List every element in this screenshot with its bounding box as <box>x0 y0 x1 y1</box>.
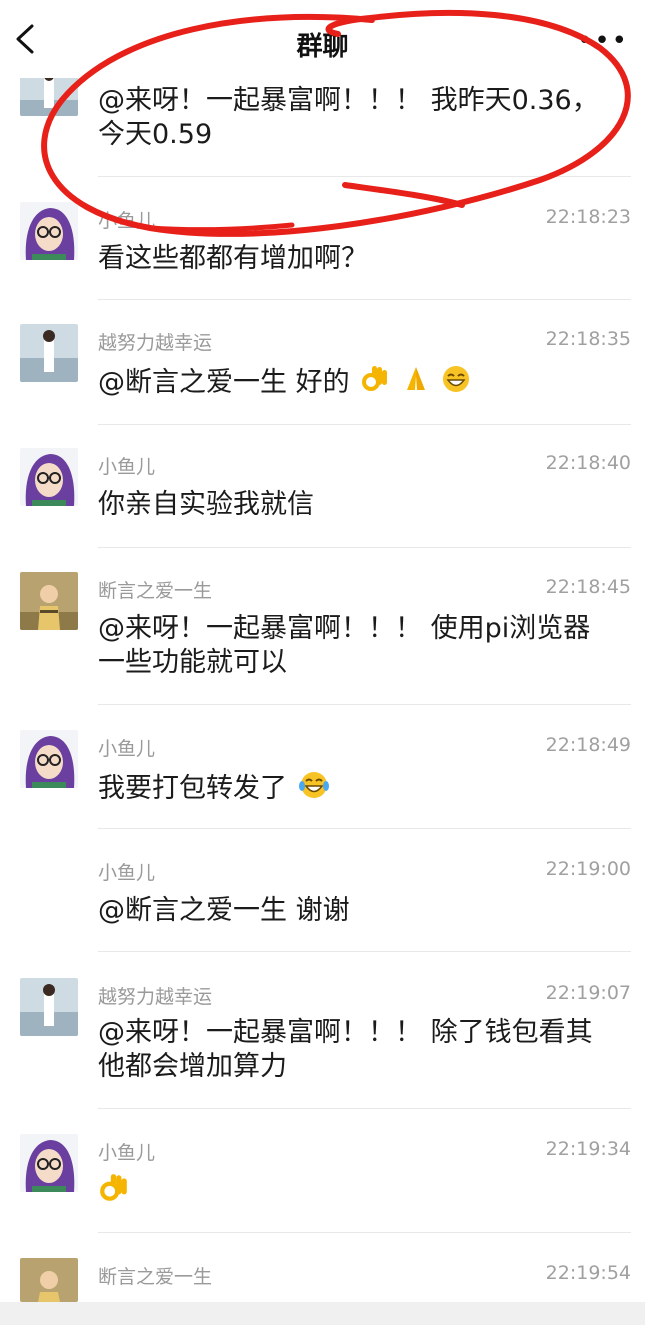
avatar[interactable] <box>20 730 78 788</box>
ok-hand-icon <box>98 1172 130 1213</box>
laugh-tears-icon <box>298 770 330 809</box>
message-item[interactable]: 小鱼儿 22:18:49 我要打包转发了 <box>0 704 645 828</box>
sender-name[interactable]: 小鱼儿 <box>98 206 155 233</box>
message-text: @来呀！一起暴富啊！！！ 使用pi浏览器 一些功能就可以 <box>98 613 591 678</box>
page-title: 群聊 <box>296 32 349 62</box>
timestamp: 22:19:54 <box>545 1262 631 1284</box>
sender-name[interactable]: 小鱼儿 <box>98 452 155 479</box>
divider <box>98 176 631 177</box>
timestamp: 22:19:00 <box>545 858 631 880</box>
pray-hands-icon <box>401 364 431 403</box>
sender-name[interactable]: 小鱼儿 <box>98 858 155 885</box>
message-item[interactable]: 断言之爱一生 22:18:45 @来呀！一起暴富啊！！！ 使用pi浏览器 一些功… <box>0 548 645 704</box>
sender-name[interactable]: 小鱼儿 <box>98 734 155 761</box>
message-item[interactable]: 越努力越幸运 22:18:35 @断言之爱一生 好的 <box>0 300 645 424</box>
sender-name[interactable]: 越努力越幸运 <box>98 328 212 355</box>
timestamp: 22:19:34 <box>545 1138 631 1160</box>
sender-name[interactable]: 断言之爱一生 <box>98 1262 212 1289</box>
avatar[interactable] <box>20 448 78 506</box>
sender-name[interactable]: 小鱼儿 <box>98 1138 155 1165</box>
more-button[interactable]: ••• <box>577 26 629 56</box>
avatar[interactable] <box>20 1258 78 1302</box>
message-text: @来呀！一起暴富啊！！！ 我昨天0.36， 今天0.59 <box>98 85 599 150</box>
message-text: 你亲自实验我就信 <box>98 489 314 520</box>
message-item[interactable]: @来呀！一起暴富啊！！！ 我昨天0.36， 今天0.59 <box>0 60 645 180</box>
avatar[interactable] <box>20 324 78 382</box>
message-text: 我要打包转发了 <box>98 770 628 809</box>
avatar[interactable] <box>20 72 78 116</box>
avatar[interactable] <box>20 572 78 630</box>
ok-hand-icon <box>360 364 390 403</box>
message-item[interactable]: 小鱼儿 22:19:00 @断言之爱一生 谢谢 <box>0 828 645 952</box>
timestamp: 22:18:23 <box>545 206 631 228</box>
message-text <box>98 1172 628 1213</box>
timestamp: 22:18:49 <box>545 734 631 756</box>
message-item[interactable]: 断言之爱一生 22:19:54 <box>0 1232 645 1302</box>
avatar[interactable] <box>20 1134 78 1192</box>
sender-name[interactable]: 断言之爱一生 <box>98 576 212 603</box>
avatar[interactable] <box>20 978 78 1036</box>
message-text: 看这些都都有增加啊？ <box>98 243 368 274</box>
message-item[interactable]: 越努力越幸运 22:19:07 @来呀！一起暴富啊！！！ 除了钱包看其 他都会增… <box>0 952 645 1108</box>
sender-name[interactable]: 越努力越幸运 <box>98 982 212 1009</box>
timestamp: 22:19:07 <box>545 982 631 1004</box>
timestamp: 22:18:45 <box>545 576 631 598</box>
timestamp: 22:18:40 <box>545 452 631 474</box>
avatar[interactable] <box>20 202 78 260</box>
message-text: @来呀！一起暴富啊！！！ 除了钱包看其 他都会增加算力 <box>98 1017 593 1082</box>
message-text: @断言之爱一生 谢谢 <box>98 895 350 926</box>
timestamp: 22:18:35 <box>545 328 631 350</box>
message-item[interactable]: 小鱼儿 22:18:23 看这些都都有增加啊？ <box>0 180 645 300</box>
bottom-bar <box>0 1302 645 1325</box>
message-item[interactable]: 小鱼儿 22:18:40 你亲自实验我就信 <box>0 424 645 548</box>
grin-icon <box>441 364 471 403</box>
message-text: @断言之爱一生 好的 <box>98 364 628 403</box>
nav-bar: 群聊 ••• <box>0 0 645 78</box>
message-item[interactable]: 小鱼儿 22:19:34 <box>0 1108 645 1232</box>
chat-list[interactable]: @来呀！一起暴富啊！！！ 我昨天0.36， 今天0.59 小鱼儿 22:18:2… <box>0 0 645 1325</box>
